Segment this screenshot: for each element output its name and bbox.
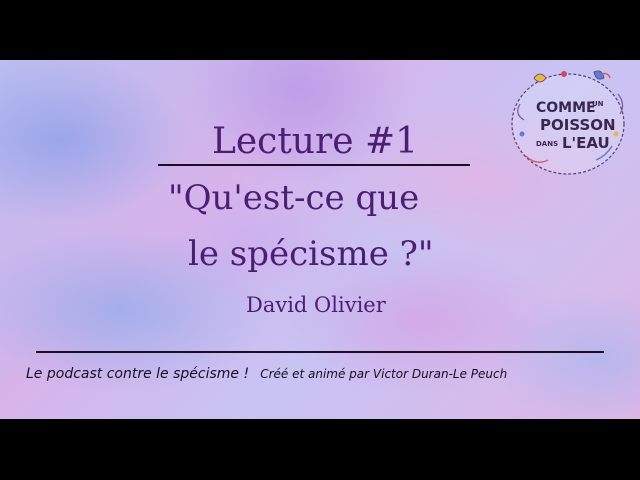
logo-word-2: POISSON bbox=[540, 116, 616, 134]
video-frame: Lecture #1 "Qu'est-ce que le spécisme ?"… bbox=[0, 0, 640, 480]
title-divider bbox=[158, 164, 470, 166]
logo-word-3: L'EAU bbox=[562, 134, 610, 152]
podcast-cover: Lecture #1 "Qu'est-ce que le spécisme ?"… bbox=[0, 60, 640, 419]
logo-word-small-2: DANS bbox=[536, 140, 559, 148]
quote-line-1: "Qu'est-ce que bbox=[168, 178, 420, 218]
author-name: David Olivier bbox=[246, 293, 386, 317]
footer-tagline: Le podcast contre le spécisme ! Créé et … bbox=[26, 363, 507, 382]
logo-word-small-1: UN bbox=[592, 100, 604, 108]
logo-word-1: COMME bbox=[536, 100, 596, 116]
quote-line-2: le spécisme ?" bbox=[188, 234, 434, 274]
podcast-credit: Créé et animé par Victor Duran-Le Peuch bbox=[260, 367, 508, 381]
podcast-logo: COMME UN POISSON DANS L'EAU bbox=[506, 64, 634, 182]
footer-divider bbox=[36, 351, 604, 353]
podcast-tagline: Le podcast contre le spécisme ! bbox=[26, 366, 250, 382]
lecture-title: Lecture #1 bbox=[211, 121, 419, 162]
